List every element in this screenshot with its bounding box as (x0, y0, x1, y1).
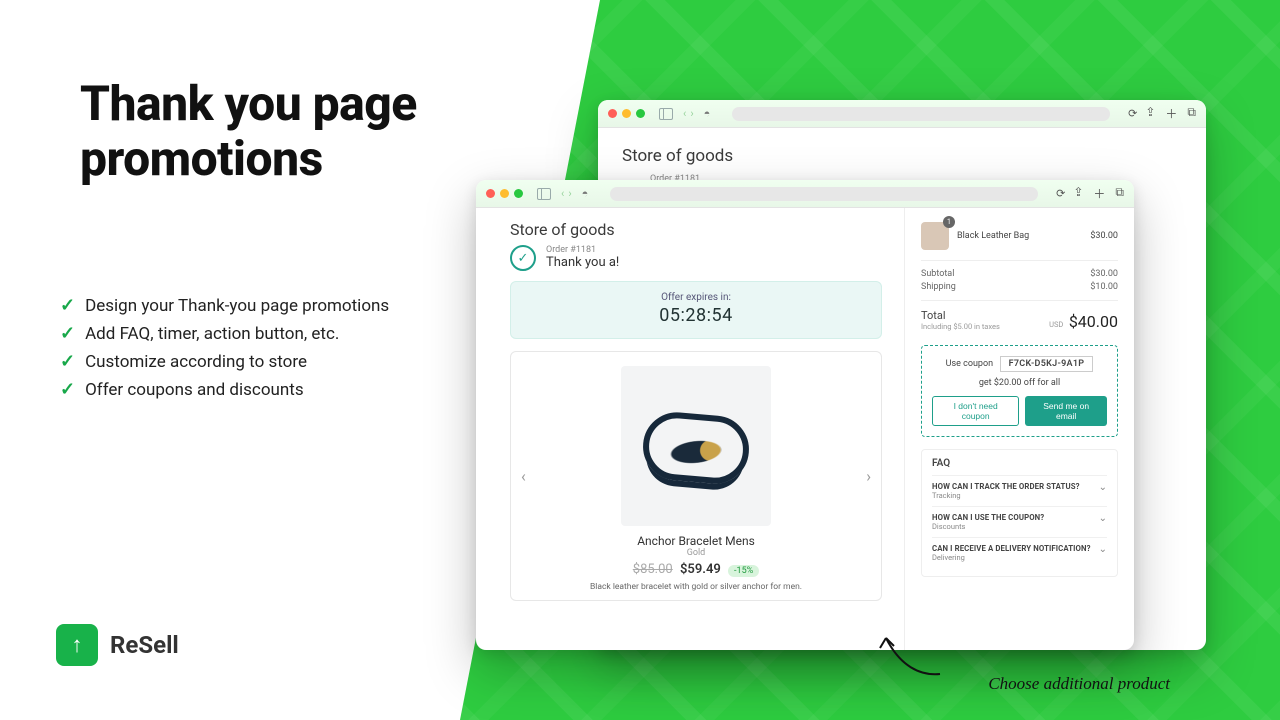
faq-item[interactable]: CAN I RECEIVE A DELIVERY NOTIFICATION? D… (932, 537, 1107, 568)
faq-category: Tracking (932, 491, 1080, 500)
currency-code: USD (1049, 320, 1063, 329)
chevron-down-icon: ⌄ (1099, 544, 1107, 555)
coupon-email-button[interactable]: Send me on email (1025, 396, 1107, 426)
reload-icon[interactable]: ⟳ (1128, 107, 1137, 120)
faq-category: Delivering (932, 553, 1091, 562)
product-description: Black leather bracelet with gold or silv… (519, 582, 873, 592)
upsell-product-card: ‹ › Anchor Bracelet Mens Gold $85.00 $59… (510, 351, 882, 601)
new-tab-icon[interactable]: ＋ (1093, 185, 1105, 202)
thank-you-message: Thank you a! (546, 255, 619, 270)
subtotal-label: Subtotal (921, 269, 954, 279)
check-icon: ✓ (60, 325, 75, 343)
faq-question: HOW CAN I TRACK THE ORDER STATUS? (932, 482, 1080, 491)
subtotal-value: $30.00 (1090, 269, 1118, 279)
product-title: Anchor Bracelet Mens (519, 534, 873, 548)
offer-timer-box: Offer expires in: 05:28:54 (510, 281, 882, 339)
bullet-text: Offer coupons and discounts (85, 380, 304, 400)
annotation-arrow-icon (870, 626, 950, 686)
bullet-text: Customize according to store (85, 352, 307, 372)
price-old: $85.00 (633, 562, 673, 577)
browser-window-front: ‹› ◓ ⟳ ⇪ ＋ ⧉ Store of goods ✓ Order #118… (476, 180, 1134, 650)
chevron-down-icon: ⌄ (1099, 482, 1107, 493)
coupon-box: Use coupon F7CK-D5KJ-9A1P get $20.00 off… (921, 345, 1118, 437)
annotation-text: Choose additional product (988, 674, 1170, 694)
shipping-label: Shipping (921, 282, 956, 292)
faq-heading: FAQ (932, 458, 1107, 469)
traffic-lights[interactable] (608, 109, 645, 118)
url-bar[interactable] (732, 107, 1110, 121)
faq-question: HOW CAN I USE THE COUPON? (932, 513, 1044, 522)
success-check-icon: ✓ (510, 245, 536, 271)
carousel-prev-icon[interactable]: ‹ (515, 461, 532, 492)
faq-item[interactable]: HOW CAN I TRACK THE ORDER STATUS? Tracki… (932, 475, 1107, 506)
coupon-decline-button[interactable]: I don't need coupon (932, 396, 1019, 426)
bullet-row: ✓ Design your Thank-you page promotions (60, 296, 389, 316)
total-label: Total (921, 309, 1000, 322)
bullet-row: ✓ Add FAQ, timer, action button, etc. (60, 324, 389, 344)
cart-item-name: Black Leather Bag (957, 231, 1082, 241)
tabs-icon[interactable]: ⧉ (1187, 105, 1196, 122)
browser-chrome: ‹› ◓ ⟳ ⇪ ＋ ⧉ (476, 180, 1134, 208)
brand-logo-icon: ↑ (56, 624, 98, 666)
discount-badge: -15% (728, 565, 759, 577)
brand-lockup: ↑ ReSell (56, 624, 179, 666)
store-name: Store of goods (510, 220, 882, 239)
promo-slide: Thank you page promotions ✓ Design your … (0, 0, 1280, 720)
faq-category: Discounts (932, 522, 1044, 531)
shipping-value: $10.00 (1090, 282, 1118, 292)
coupon-get-label: get $20.00 off for all (932, 378, 1107, 388)
shield-icon: ◓ (582, 187, 589, 200)
sidebar-toggle-icon[interactable] (537, 188, 551, 200)
order-number: Order #1181 (546, 246, 619, 256)
offer-timer: 05:28:54 (511, 305, 881, 326)
headline-line1: Thank you page (80, 75, 417, 132)
faq-question: CAN I RECEIVE A DELIVERY NOTIFICATION? (932, 544, 1091, 553)
faq-section: FAQ HOW CAN I TRACK THE ORDER STATUS? Tr… (921, 449, 1118, 577)
bullet-text: Add FAQ, timer, action button, etc. (85, 324, 339, 344)
total-amount: $40.00 (1069, 312, 1118, 331)
product-variant: Gold (519, 548, 873, 558)
sidebar-toggle-icon[interactable] (659, 108, 673, 120)
nav-arrows[interactable]: ‹› (559, 187, 574, 200)
offer-label: Offer expires in: (511, 292, 881, 303)
tax-note: Including $5.00 in taxes (921, 322, 1000, 331)
check-icon: ✓ (60, 297, 75, 315)
share-icon[interactable]: ⇪ (1145, 105, 1155, 122)
reload-icon[interactable]: ⟳ (1056, 187, 1065, 200)
cart-item-price: $30.00 (1090, 231, 1118, 241)
total-row: Total Including $5.00 in taxes USD $40.0… (921, 309, 1118, 331)
page-headline: Thank you page promotions (80, 76, 417, 186)
bullet-row: ✓ Customize according to store (60, 352, 389, 372)
nav-arrows[interactable]: ‹› (681, 107, 696, 120)
check-icon: ✓ (60, 353, 75, 371)
store-name: Store of goods (622, 146, 1182, 166)
bullet-text: Design your Thank-you page promotions (85, 296, 389, 316)
carousel-next-icon[interactable]: › (860, 461, 877, 492)
product-price: $85.00 $59.49 -15% (519, 562, 873, 577)
coupon-code[interactable]: F7CK-D5KJ-9A1P (1000, 356, 1094, 372)
share-icon[interactable]: ⇪ (1073, 185, 1083, 202)
cart-item-thumb: 1 (921, 222, 949, 250)
headline-line2: promotions (80, 130, 323, 187)
browser-chrome: ‹› ◓ ⟳ ⇪ ＋ ⧉ (598, 100, 1206, 128)
faq-item[interactable]: HOW CAN I USE THE COUPON? Discounts ⌄ (932, 506, 1107, 537)
check-icon: ✓ (60, 381, 75, 399)
feature-bullets: ✓ Design your Thank-you page promotions … (60, 296, 389, 408)
new-tab-icon[interactable]: ＋ (1165, 105, 1177, 122)
brand-name: ReSell (110, 631, 179, 659)
cart-qty-badge: 1 (943, 216, 955, 228)
traffic-lights[interactable] (486, 189, 523, 198)
chevron-down-icon: ⌄ (1099, 513, 1107, 524)
tabs-icon[interactable]: ⧉ (1115, 185, 1124, 202)
order-summary: 1 Black Leather Bag $30.00 Subtotal $30.… (904, 208, 1134, 650)
bullet-row: ✓ Offer coupons and discounts (60, 380, 389, 400)
thankyou-main: Store of goods ✓ Order #1181 Thank you a… (476, 208, 904, 650)
price-new: $59.49 (680, 562, 721, 577)
shield-icon: ◓ (704, 107, 711, 120)
cart-line-item: 1 Black Leather Bag $30.00 (921, 222, 1118, 250)
brand-glyph: ↑ (72, 632, 83, 658)
coupon-use-label: Use coupon (946, 359, 993, 369)
product-image (621, 366, 771, 526)
url-bar[interactable] (610, 187, 1038, 201)
